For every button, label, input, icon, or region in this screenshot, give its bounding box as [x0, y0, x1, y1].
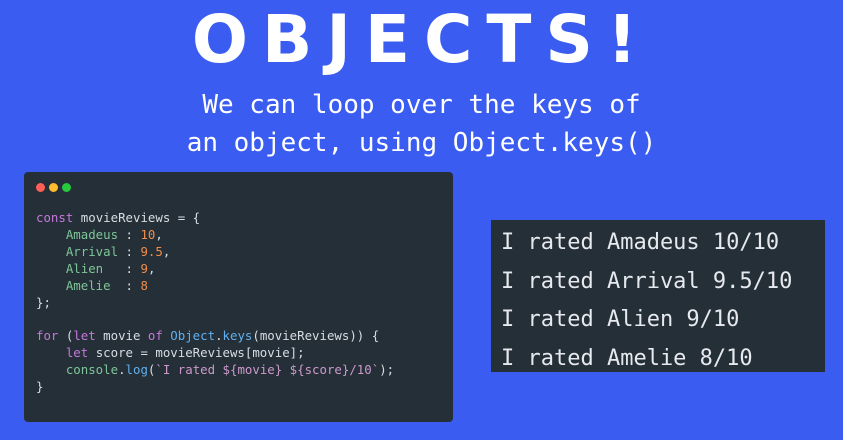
code-function: keys [222, 328, 253, 344]
code-text: movie [95, 328, 148, 344]
code-property: Amelie [65, 277, 111, 293]
code-property: Amadeus [65, 226, 119, 242]
code-keyword: let [73, 328, 96, 344]
code-function: log [125, 362, 148, 378]
maximize-dot-icon [62, 183, 71, 192]
console-line: I rated Amadeus 10/10 [501, 230, 780, 255]
subtitle-line-1: We can loop over the keys of [202, 90, 641, 120]
code-text: . [215, 328, 223, 344]
subtitle-line-2: an object, using Object.keys() [186, 128, 657, 158]
console-line: I rated Alien 9/10 [501, 307, 740, 332]
code-text: . [118, 362, 126, 378]
code-text: ); [379, 362, 395, 378]
code-text: } [36, 379, 44, 395]
console-line: I rated Arrival 9.5/10 [501, 268, 793, 294]
code-keyword: const [36, 210, 74, 225]
minimize-dot-icon [49, 183, 58, 192]
code-text: : [118, 226, 141, 242]
code-builtin: Object [162, 328, 216, 344]
code-builtin: console [65, 362, 119, 378]
code-text: , [162, 243, 171, 259]
code-number: 8 [140, 277, 148, 293]
code-text: , [147, 260, 156, 276]
slide-subtitle: We can loop over the keys of an object, … [0, 86, 843, 162]
code-text: ( [58, 328, 74, 344]
code-text: : [118, 243, 141, 259]
code-keyword: for [36, 328, 59, 344]
code-property: Arrival [65, 243, 119, 259]
code-number: 10 [140, 226, 156, 242]
code-text: (movieReviews)) { [252, 328, 380, 344]
code-block: const movieReviews = { Amadeus : 10, Arr… [36, 210, 394, 396]
code-number: 9.5 [140, 243, 163, 259]
slide-title: OBJECTS! [191, 1, 652, 78]
close-dot-icon [36, 183, 45, 192]
console-line: I rated Amelie 8/10 [501, 345, 753, 371]
code-text: , [155, 226, 163, 242]
window-controls [36, 183, 71, 192]
code-text: movieReviews = { [73, 210, 201, 225]
code-keyword: of [147, 328, 163, 344]
code-property: Alien [65, 260, 104, 276]
code-text: : [110, 277, 141, 293]
console-output: I rated Amadeus 10/10 I rated Arrival 9.… [491, 220, 825, 372]
code-text: : [103, 260, 141, 276]
code-string: `I rated ${movie} ${score}/10` [155, 362, 380, 378]
code-keyword: let [65, 345, 89, 361]
code-text: score = movieReviews[movie]; [88, 345, 305, 361]
code-text: }; [36, 294, 51, 310]
code-window: const movieReviews = { Amadeus : 10, Arr… [24, 172, 453, 422]
code-number: 9 [140, 260, 148, 276]
